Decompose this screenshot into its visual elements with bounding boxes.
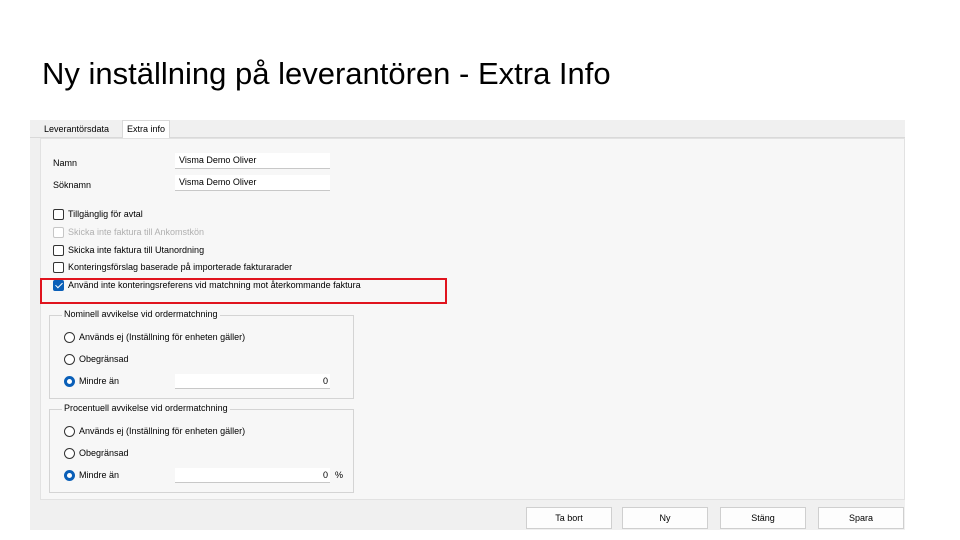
radio-label: Mindre än xyxy=(79,376,120,386)
group-title: Procentuell avvikelse vid ordermatchning xyxy=(62,403,230,413)
radio-procent-mindre-an[interactable]: Mindre än xyxy=(64,468,119,482)
tab-leverantorsdata[interactable]: Leverantörsdata xyxy=(40,122,113,138)
group-title: Nominell avvikelse vid ordermatchning xyxy=(62,309,220,319)
checkbox-skicka-inte-ankomstkon: Skicka inte faktura till Ankomstkön xyxy=(53,225,204,239)
checkbox-box xyxy=(53,226,64,238)
tab-extra-info[interactable]: Extra info xyxy=(122,120,171,139)
nominell-value-input[interactable]: 0 xyxy=(175,374,330,389)
radio-nominell-mindre-an[interactable]: Mindre än xyxy=(64,374,119,388)
radio-button[interactable] xyxy=(64,425,75,437)
radio-button[interactable] xyxy=(64,447,75,459)
procent-value-input[interactable]: 0 xyxy=(175,468,330,483)
soknamn-input[interactable]: Visma Demo Oliver xyxy=(175,175,330,191)
group-procentuell-avvikelse: Procentuell avvikelse vid ordermatchning… xyxy=(49,403,354,493)
checkbox-skicka-inte-utanordning[interactable]: Skicka inte faktura till Utanordning xyxy=(53,243,204,257)
checkbox-label: Skicka inte faktura till Ankomstkön xyxy=(68,227,205,237)
tab-bar: Leverantörsdata Extra info xyxy=(30,120,905,139)
checkbox-label: Konteringsförslag baserade på importerad… xyxy=(68,262,293,272)
checkbox-konteringsforslag[interactable]: Konteringsförslag baserade på importerad… xyxy=(53,260,292,274)
slide-title: Ny inställning på leverantören - Extra I… xyxy=(42,56,611,91)
radio-label: Obegränsad xyxy=(79,448,129,458)
radio-label: Mindre än xyxy=(79,470,120,480)
radio-button-selected[interactable] xyxy=(64,375,75,387)
radio-procent-obegransad[interactable]: Obegränsad xyxy=(64,446,129,460)
stang-button[interactable]: Stäng xyxy=(720,507,806,529)
ta-bort-button[interactable]: Ta bort xyxy=(526,507,612,529)
highlight-box xyxy=(40,278,447,304)
radio-label: Används ej (Inställning för enheten gäll… xyxy=(79,426,246,436)
percent-unit: % xyxy=(335,470,344,480)
ny-button[interactable]: Ny xyxy=(622,507,708,529)
checkbox-label: Tillgänglig för avtal xyxy=(68,209,143,219)
radio-procent-anvands-ej[interactable]: Används ej (Inställning för enheten gäll… xyxy=(64,424,245,438)
namn-input[interactable]: Visma Demo Oliver xyxy=(175,153,330,169)
checkbox-label: Skicka inte faktura till Utanordning xyxy=(68,245,205,255)
radio-label: Obegränsad xyxy=(79,354,129,364)
radio-label: Används ej (Inställning för enheten gäll… xyxy=(79,332,246,342)
spara-button[interactable]: Spara xyxy=(818,507,904,529)
radio-nominell-anvands-ej[interactable]: Används ej (Inställning för enheten gäll… xyxy=(64,330,245,344)
namn-label: Namn xyxy=(53,158,78,168)
radio-button-selected[interactable] xyxy=(64,469,75,481)
checkbox-box[interactable] xyxy=(53,244,64,256)
group-nominell-avvikelse: Nominell avvikelse vid ordermatchning An… xyxy=(49,309,354,399)
extra-info-panel: Namn Visma Demo Oliver Söknamn Visma Dem… xyxy=(40,138,905,500)
radio-button[interactable] xyxy=(64,353,75,365)
checkbox-tillganglig-avtal[interactable]: Tillgänglig för avtal xyxy=(53,207,143,221)
supplier-window: Leverantörsdata Extra info Namn Visma De… xyxy=(30,120,905,530)
radio-button[interactable] xyxy=(64,331,75,343)
checkbox-box[interactable] xyxy=(53,208,64,220)
soknamn-label: Söknamn xyxy=(53,180,92,190)
checkbox-box[interactable] xyxy=(53,261,64,273)
radio-nominell-obegransad[interactable]: Obegränsad xyxy=(64,352,129,366)
